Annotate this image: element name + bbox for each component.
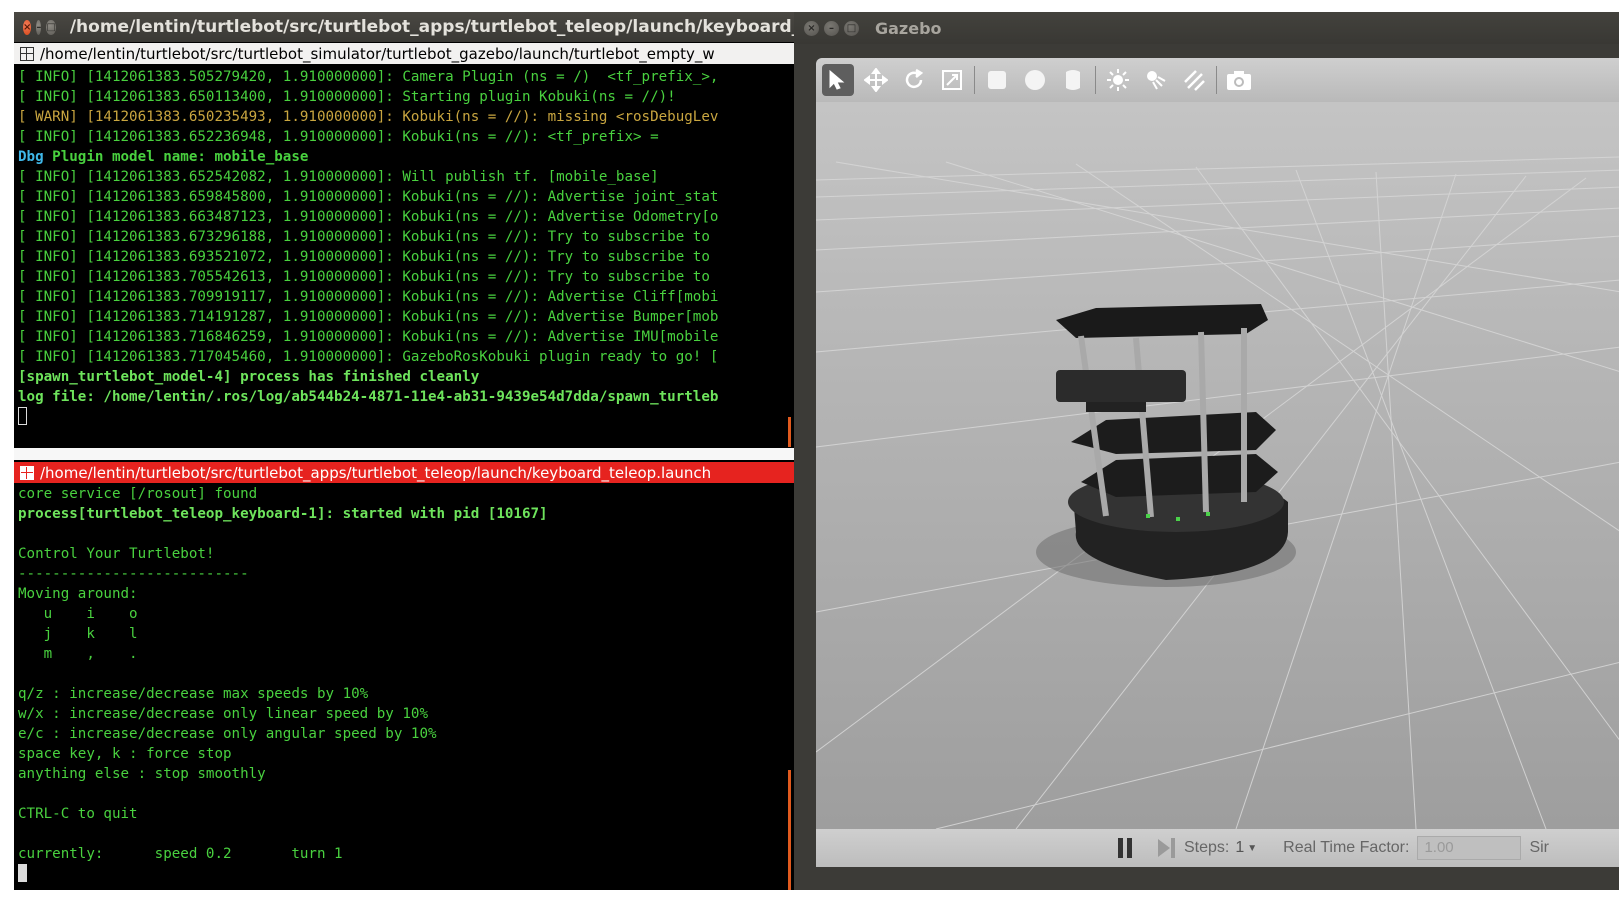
terminal-line: anything else : stop smoothly <box>18 766 266 782</box>
terminal-line: [ INFO] [1412061383.673296188, 1.9100000… <box>18 229 710 245</box>
close-icon[interactable]: × <box>23 19 32 35</box>
terminal-line: m , . <box>18 646 138 662</box>
terminal-line: [ INFO] [1412061383.505279420, 1.9100000… <box>18 69 719 85</box>
step-icon[interactable] <box>1158 838 1178 858</box>
terminal-title: /home/lentin/turtlebot/src/turtlebot_app… <box>69 17 794 37</box>
sphere-icon[interactable] <box>1019 64 1051 96</box>
spot-light-icon[interactable] <box>1140 64 1172 96</box>
split-pane-icon <box>20 465 34 480</box>
tab-title: /home/lentin/turtlebot/src/turtlebot_app… <box>40 463 712 482</box>
terminal-tab-teleop-launch[interactable]: /home/lentin/turtlebot/src/turtlebot_app… <box>14 462 794 483</box>
terminal-line: w/x : increase/decrease only linear spee… <box>18 706 428 722</box>
terminal-line: Control Your Turtlebot! <box>18 546 215 562</box>
select-arrow-icon[interactable] <box>822 64 854 96</box>
terminal-window: × – □ /home/lentin/turtlebot/src/turtleb… <box>14 12 794 890</box>
terminal-line: core service [/rosout] found <box>18 486 258 502</box>
terminal-pane-top[interactable]: [ INFO] [1412061383.505279420, 1.9100000… <box>18 67 794 447</box>
box-icon[interactable] <box>981 64 1013 96</box>
terminal-line: [ INFO] [1412061383.714191287, 1.9100000… <box>18 309 719 325</box>
tab-title: /home/lentin/turtlebot/src/turtlebot_sim… <box>40 44 715 63</box>
terminal-line: [ INFO] [1412061383.705542613, 1.9100000… <box>18 269 710 285</box>
terminal-prompt-line[interactable] <box>18 864 794 884</box>
scale-icon[interactable] <box>936 64 968 96</box>
gazebo-titlebar[interactable]: × – □ Gazebo <box>794 12 1619 44</box>
toolbar-separator <box>974 66 975 94</box>
terminal-line: space key, k : force stop <box>18 746 232 762</box>
pane-splitter[interactable] <box>14 448 794 460</box>
terminal-line: process[turtlebot_teleop_keyboard-1]: st… <box>18 506 548 522</box>
text-cursor <box>18 407 27 425</box>
translate-icon[interactable] <box>860 64 892 96</box>
terminal-line: --------------------------- <box>18 566 249 582</box>
terminal-line: Dbg Plugin model name: mobile_base <box>18 147 794 167</box>
terminal-line: [ INFO] [1412061383.716846259, 1.9100000… <box>18 329 719 345</box>
point-light-icon[interactable] <box>1102 64 1134 96</box>
rotate-icon[interactable] <box>898 64 930 96</box>
split-pane-icon <box>20 46 34 61</box>
terminal-line: Moving around: <box>18 586 138 602</box>
scrollbar-top-pane[interactable] <box>788 417 791 447</box>
toolbar-separator <box>1216 66 1217 94</box>
terminal-line: currently: speed 0.2 turn 1 <box>18 846 343 862</box>
close-icon[interactable]: × <box>804 20 819 36</box>
terminal-line: [ INFO] [1412061383.652542082, 1.9100000… <box>18 169 659 185</box>
terminal-line: [ INFO] [1412061383.663487123, 1.9100000… <box>18 209 719 225</box>
terminal-line: [ INFO] [1412061383.693521072, 1.9100000… <box>18 249 710 265</box>
terminal-titlebar[interactable]: × – □ /home/lentin/turtlebot/src/turtleb… <box>14 12 794 42</box>
turtlebot-model[interactable] <box>1016 302 1316 602</box>
terminal-pane-bottom[interactable]: core service [/rosout] found process[turt… <box>18 484 794 890</box>
chevron-down-icon[interactable]: ▼ <box>1247 843 1257 854</box>
real-time-factor-label: Real Time Factor: <box>1283 839 1410 856</box>
text-cursor <box>18 864 27 882</box>
gazebo-window: × – □ Gazebo Steps: 1 ▼ Real Time Factor… <box>794 12 1619 890</box>
terminal-line: q/z : increase/decrease max speeds by 10… <box>18 686 369 702</box>
gazebo-title: Gazebo <box>875 18 942 38</box>
terminal-line: [ INFO] [1412061383.709919117, 1.9100000… <box>18 289 719 305</box>
terminal-line: log file: /home/lentin/.ros/log/ab544b24… <box>18 389 719 405</box>
minimize-icon[interactable]: – <box>36 19 42 35</box>
terminal-line: [ WARN] [1412061383.650235493, 1.9100000… <box>18 109 719 125</box>
terminal-line: [spawn_turtlebot_model-4] process has fi… <box>18 369 480 385</box>
cylinder-icon[interactable] <box>1057 64 1089 96</box>
terminal-line: u i o <box>18 606 138 622</box>
debug-tag: Dbg <box>18 149 44 165</box>
terminal-line: e/c : increase/decrease only angular spe… <box>18 726 437 742</box>
terminal-line: [ INFO] [1412061383.659845800, 1.9100000… <box>18 189 719 205</box>
terminal-line: j k l <box>18 626 138 642</box>
steps-value[interactable]: 1 <box>1235 839 1244 857</box>
directional-light-icon[interactable] <box>1178 64 1210 96</box>
maximize-icon[interactable]: □ <box>844 20 859 36</box>
terminal-line: [ INFO] [1412061383.717045460, 1.9100000… <box>18 349 719 365</box>
maximize-icon[interactable]: □ <box>46 19 56 35</box>
minimize-icon[interactable]: – <box>824 20 839 36</box>
toolbar-separator <box>1095 66 1096 94</box>
terminal-line: [ INFO] [1412061383.650113400, 1.9100000… <box>18 89 676 105</box>
sim-time-label: Sir <box>1529 839 1549 856</box>
terminal-line: [ INFO] [1412061383.652236948, 1.9100000… <box>18 129 659 145</box>
screenshot-icon[interactable] <box>1223 64 1255 96</box>
debug-message: Plugin model name: mobile_base <box>43 149 309 165</box>
terminal-tab-gazebo-launch[interactable]: /home/lentin/turtlebot/src/turtlebot_sim… <box>14 43 794 64</box>
steps-label: Steps: <box>1184 839 1230 856</box>
gazebo-toolbar <box>816 58 1619 102</box>
gazebo-status-bar: Steps: 1 ▼ Real Time Factor: 1.00 Sir <box>816 829 1619 867</box>
terminal-prompt-line[interactable] <box>18 407 794 427</box>
pause-icon[interactable] <box>1118 838 1134 858</box>
gazebo-3d-viewport[interactable] <box>816 102 1619 829</box>
terminal-line: CTRL-C to quit <box>18 806 138 822</box>
scrollbar-bottom-pane[interactable] <box>788 770 791 890</box>
real-time-factor-field: 1.00 <box>1417 836 1522 860</box>
